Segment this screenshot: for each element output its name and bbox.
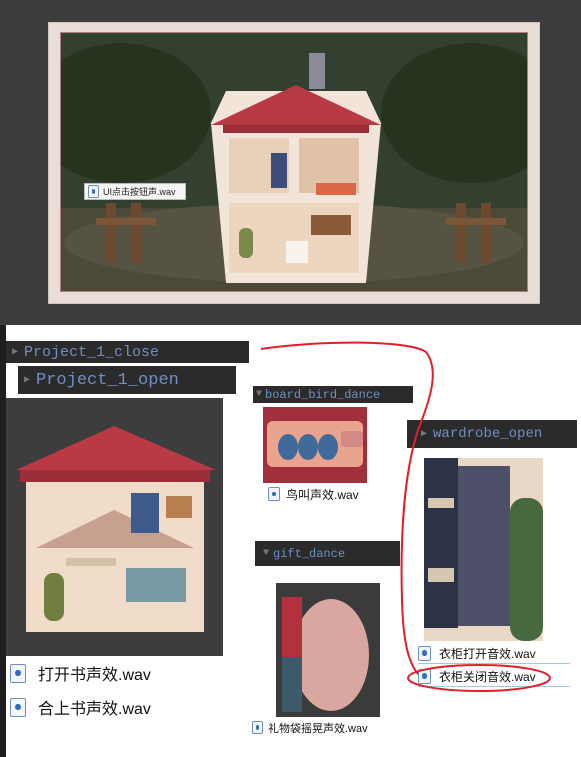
annotation-circle xyxy=(407,664,551,692)
annotation-overlay xyxy=(260,341,551,692)
annotation-link-line xyxy=(260,341,434,675)
